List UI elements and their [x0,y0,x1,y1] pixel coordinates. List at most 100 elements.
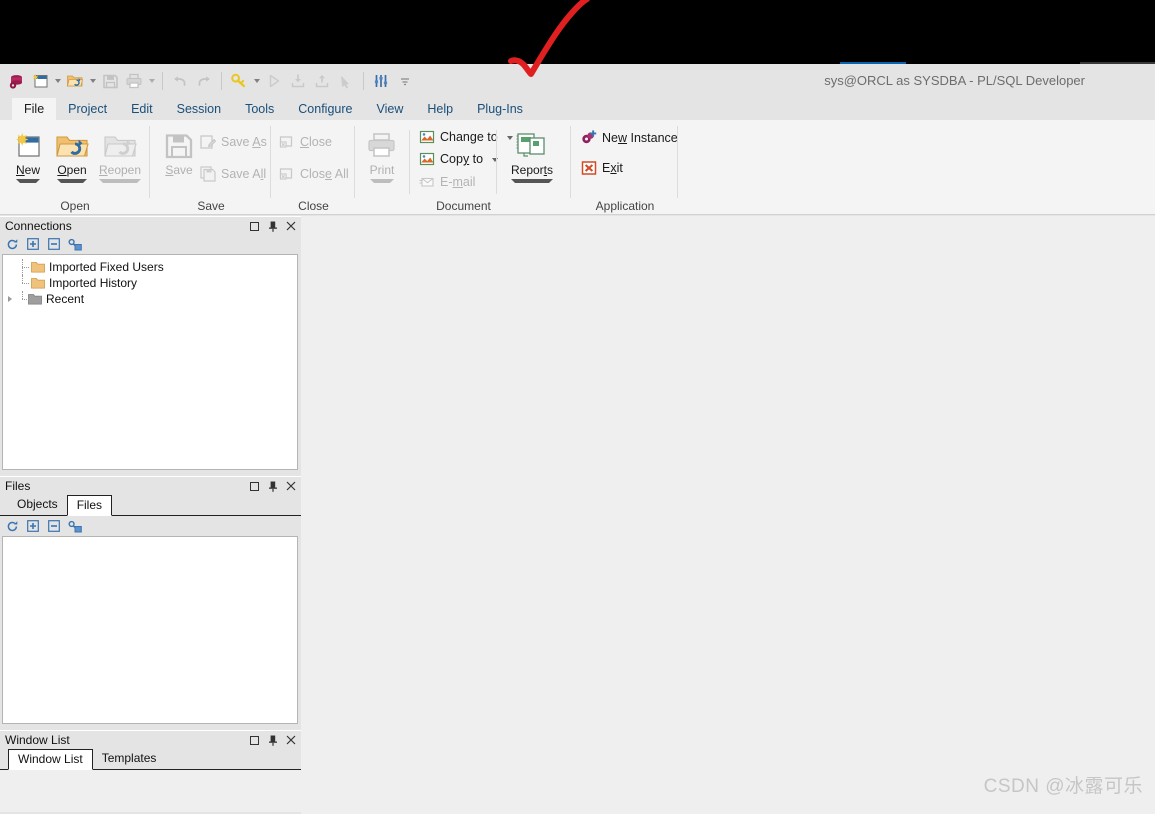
break-icon[interactable] [334,68,358,94]
ribbon-separator-doc-inner [409,130,410,194]
save-as-icon [199,134,216,151]
files-tree-body[interactable] [2,536,298,724]
workspace-area: Connections Imported Fixed Users Importe… [0,216,1155,814]
close-button: Close [278,130,332,154]
ribbon-group-open-label: Open [60,199,90,213]
ribbon-tab-plugins[interactable]: Plug-Ins [465,98,535,120]
copy-to-label: Copy to [440,152,484,166]
email-button: E-mail [418,170,475,194]
ribbon-group-close-label: Close [298,199,329,213]
refresh-icon[interactable] [5,519,19,533]
email-icon [418,174,435,191]
expand-all-icon[interactable] [26,237,40,251]
save-all-button: Save All [199,162,266,186]
tree-line [17,259,29,275]
tree-item-imported-fixed-users[interactable]: Imported Fixed Users [3,259,297,275]
maximize-icon[interactable] [249,735,260,746]
ribbon-tab-edit[interactable]: Edit [119,98,165,120]
tab-files[interactable]: Files [66,495,113,516]
chevron-right-icon[interactable] [3,296,17,302]
redo-icon[interactable] [192,68,216,94]
customize-toolbar-icon[interactable] [393,68,417,94]
connections-panel: Connections Imported Fixed Users Importe… [0,216,301,476]
tree-line [17,275,29,291]
collapse-all-icon[interactable] [47,519,61,533]
screen-top-black-bar [0,0,1155,62]
printer-icon [366,125,398,161]
title-bar: sys@ORCL as SYSDBA - PL/SQL Developer [0,64,1155,98]
collapse-all-icon[interactable] [47,237,61,251]
refresh-icon[interactable] [5,237,19,251]
database-icon[interactable] [4,68,28,94]
ribbon-separator-2 [270,126,271,198]
pin-icon[interactable] [267,221,278,232]
reopen-button-label: Reopen [99,163,141,183]
ribbon-tab-view[interactable]: View [364,98,415,120]
new-instance-button[interactable]: New Instance [580,126,678,150]
pin-icon[interactable] [267,481,278,492]
tree-item-recent[interactable]: Recent [3,291,297,307]
application-window: sys@ORCL as SYSDBA - PL/SQL Developer Fi… [0,64,1155,814]
close-icon[interactable] [285,481,296,492]
connections-toolbar [0,234,301,254]
commit-icon[interactable] [286,68,310,94]
print-dropdown-arrow[interactable] [146,68,157,94]
ribbon-separator-5 [677,126,678,198]
reports-button[interactable]: Reports [506,125,558,197]
tab-templates[interactable]: Templates [92,749,166,769]
new-dropdown-arrow[interactable] [52,68,63,94]
ribbon-tab-help[interactable]: Help [415,98,465,120]
undo-icon[interactable] [168,68,192,94]
close-all-button: Close All [278,162,349,186]
open-button-label: Open [57,163,86,183]
folder-icon [29,277,46,289]
new-icon[interactable] [28,68,52,94]
connections-tree: Imported Fixed Users Imported History Re… [3,255,297,307]
files-toolbar [0,516,301,536]
execute-icon[interactable] [262,68,286,94]
ribbon-tab-file[interactable]: File [12,98,57,120]
configure-connections-icon[interactable] [68,237,82,251]
window-list-body[interactable] [0,770,301,812]
close-document-icon [278,134,295,151]
print-icon[interactable] [122,68,146,94]
preferences-icon[interactable] [369,68,393,94]
ribbon-tab-configure[interactable]: Configure [286,98,364,120]
save-all-label: Save All [221,167,267,181]
open-dropdown-arrow[interactable] [87,68,98,94]
open-button[interactable]: Open [46,125,98,197]
rollback-icon[interactable] [310,68,334,94]
change-to-icon [418,129,435,146]
close-icon[interactable] [285,735,296,746]
exit-button[interactable]: Exit [580,156,623,180]
ribbon-tab-session[interactable]: Session [165,98,233,120]
window-list-panel-tabs: Window List Templates [0,748,301,770]
tab-objects[interactable]: Objects [8,495,67,515]
save-icon[interactable] [98,68,122,94]
key-icon[interactable] [227,68,251,94]
copy-to-button[interactable]: Copy to [418,147,498,171]
pin-icon[interactable] [267,735,278,746]
maximize-icon[interactable] [249,481,260,492]
docked-panels-column: Connections Imported Fixed Users Importe… [0,216,301,814]
open-icon[interactable] [63,68,87,94]
close-icon[interactable] [285,221,296,232]
configure-files-icon[interactable] [68,519,82,533]
open-folder-icon [55,125,89,161]
tab-window-list[interactable]: Window List [8,749,93,770]
tree-item-label: Imported Fixed Users [49,260,164,274]
print-button: Print [356,125,408,197]
maximize-icon[interactable] [249,221,260,232]
tree-item-label: Recent [46,292,85,306]
expand-all-icon[interactable] [26,519,40,533]
ribbon-group-save-label: Save [197,199,225,213]
connections-tree-body[interactable]: Imported Fixed Users Imported History Re… [2,254,298,470]
ribbon-tab-tools[interactable]: Tools [233,98,286,120]
tree-item-imported-history[interactable]: Imported History [3,275,297,291]
ribbon-tab-project[interactable]: Project [56,98,119,120]
connections-panel-caption: Connections [0,216,301,234]
window-list-panel-caption: Window List [0,730,301,748]
key-dropdown-arrow[interactable] [251,68,262,94]
change-to-button[interactable]: Change to [418,125,513,149]
ribbon-group-application: New Instance Exit Application [572,120,678,215]
